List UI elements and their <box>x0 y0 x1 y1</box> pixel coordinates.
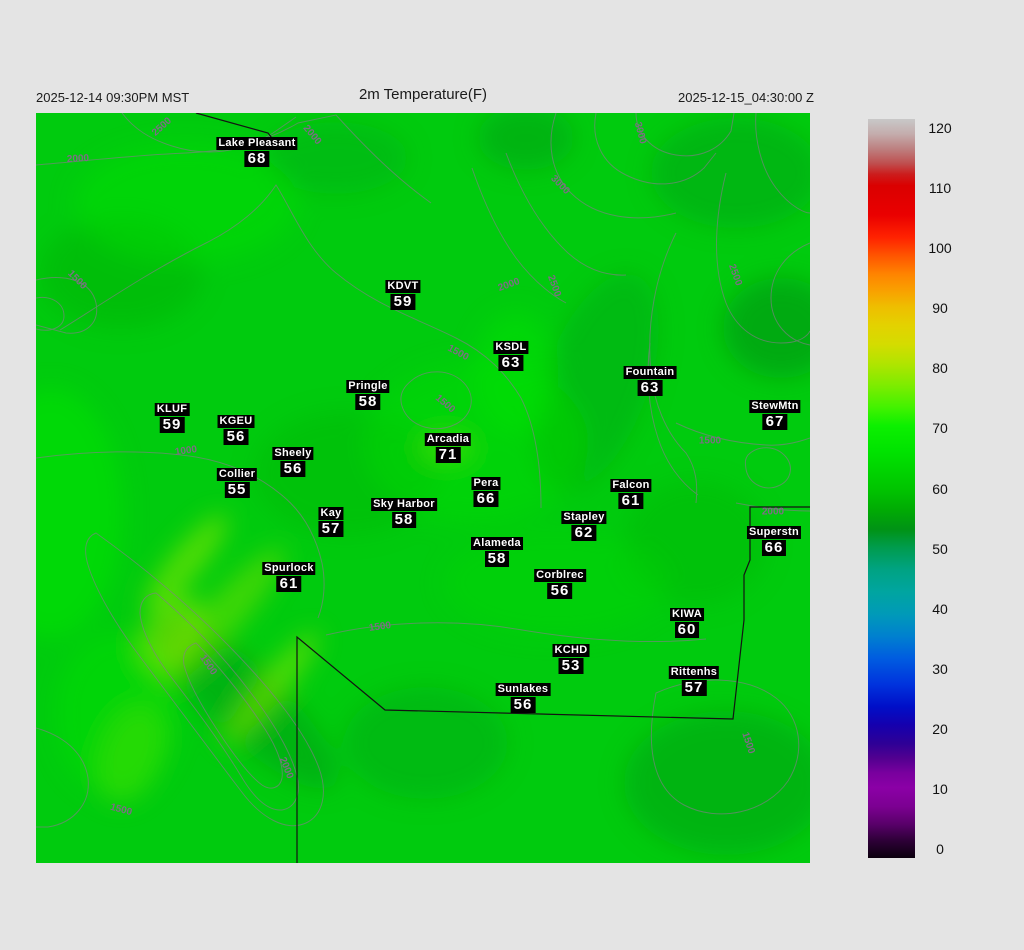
colorbar-tick-60: 60 <box>932 480 948 497</box>
colorbar-tick-110: 110 <box>928 180 952 197</box>
colorbar-tick-50: 50 <box>932 540 948 557</box>
colorbar-tick-30: 30 <box>932 660 948 677</box>
colorbar-tick-0: 0 <box>936 841 944 857</box>
colorbar-tick-120: 120 <box>928 120 952 136</box>
colorbar-tick-100: 100 <box>928 240 952 257</box>
colorbar-tick-90: 90 <box>932 300 948 317</box>
colorbar-tick-80: 80 <box>932 360 948 377</box>
colorbar-tick-70: 70 <box>932 420 948 437</box>
terrain-svg <box>36 113 810 863</box>
contour-elevation-label: 2000 <box>761 506 785 518</box>
temperature-map: 2000 2500 2000 1500 3000 3000 2500 2500 2000 1500… <box>36 113 810 863</box>
contour-elevation-label: 1500 <box>698 435 722 447</box>
colorbar-ticks: 120 110 100 90 80 70 60 50 40 30 20 10 0 <box>868 119 978 858</box>
colorbar-tick-20: 20 <box>932 720 948 737</box>
contour-elevation-label: 2000 <box>66 152 90 166</box>
weather-map-page: { "header": { "left_timestamp": "2025-12… <box>0 0 1024 950</box>
colorbar-tick-10: 10 <box>932 780 948 797</box>
timestamp-utc: 2025-12-15_04:30:00 Z <box>678 90 814 105</box>
colorbar-tick-40: 40 <box>932 600 948 617</box>
